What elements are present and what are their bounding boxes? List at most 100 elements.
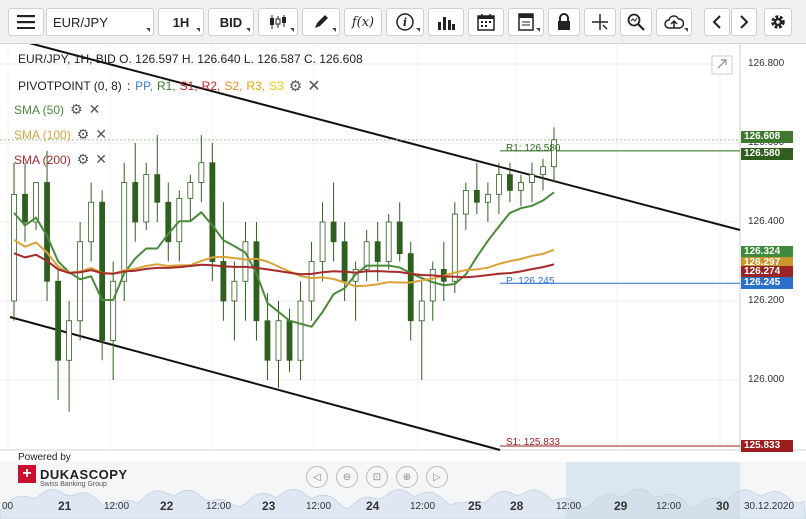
candle[interactable] (22, 162, 28, 242)
candle[interactable] (209, 143, 216, 282)
pan-left-button[interactable]: ◁ (306, 466, 328, 488)
candle[interactable] (132, 143, 139, 242)
indicators-button[interactable]: f(x) (344, 8, 382, 36)
candle[interactable] (451, 202, 458, 294)
candle[interactable] (462, 182, 469, 230)
candle[interactable] (330, 182, 337, 262)
candle[interactable] (396, 202, 403, 262)
symbol-label: EUR/JPY (53, 14, 108, 30)
candle[interactable] (143, 162, 150, 230)
time-axis-label: 12:00 (556, 501, 582, 512)
candle[interactable] (407, 241, 414, 341)
side-selector[interactable]: BID (208, 8, 254, 36)
candle[interactable] (253, 222, 260, 341)
candle[interactable] (242, 222, 249, 321)
price-chart[interactable] (0, 44, 806, 519)
price-tag: 126.245 (741, 277, 793, 290)
scroll-right-button[interactable] (731, 8, 757, 36)
close-icon[interactable]: ✕ (89, 101, 101, 118)
calendar-button[interactable] (468, 8, 504, 36)
candle[interactable] (99, 190, 106, 361)
candle[interactable] (308, 241, 315, 321)
candle[interactable] (473, 162, 480, 215)
pan-right-button[interactable]: ▷ (426, 466, 448, 488)
gear-icon[interactable]: ⚙ (70, 101, 83, 118)
volume-button[interactable] (428, 8, 464, 36)
candle[interactable] (110, 261, 117, 381)
chart-area[interactable]: EUR/JPY, 1H, BID O. 126.597 H. 126.640 L… (0, 44, 806, 519)
sma-200-legend[interactable]: SMA (200) ⚙ ✕ (14, 151, 107, 168)
template-button[interactable] (508, 8, 544, 36)
candle[interactable] (418, 281, 425, 380)
lower-trendline[interactable] (9, 316, 501, 451)
candle[interactable] (484, 182, 491, 223)
s1-level-label: S1: 125.833 (506, 437, 560, 448)
pivot-item-s1: S1, (179, 79, 198, 93)
expand-icon[interactable] (711, 55, 733, 75)
chart-type-button[interactable] (258, 8, 298, 36)
sma-200-line[interactable] (13, 252, 555, 279)
candle[interactable] (220, 202, 227, 321)
zoom-out-button[interactable]: ⊖ (336, 466, 358, 488)
scroll-left-button[interactable] (704, 8, 730, 36)
sma-50-legend[interactable]: SMA (50) ⚙ ✕ (14, 101, 100, 118)
gear-icon[interactable]: ⚙ (289, 77, 302, 95)
upper-trendline[interactable] (10, 44, 741, 231)
candle[interactable] (44, 150, 50, 301)
reset-view-button[interactable]: ⊡ (366, 466, 388, 488)
menu-button[interactable] (8, 8, 44, 36)
candle[interactable] (231, 261, 238, 341)
candle[interactable] (363, 229, 370, 282)
candle[interactable] (529, 162, 535, 203)
info-button[interactable]: i (386, 8, 424, 36)
candle[interactable] (385, 214, 392, 270)
sma-50-line[interactable] (13, 191, 555, 328)
timeframe-selector[interactable]: 1H (158, 8, 204, 36)
drawing-button[interactable] (302, 8, 340, 36)
candle[interactable] (518, 174, 524, 207)
lock-button[interactable] (548, 8, 580, 36)
time-axis-label: 12:00 (206, 501, 232, 512)
close-icon[interactable]: ✕ (307, 76, 320, 96)
settings-button[interactable] (764, 8, 792, 36)
close-icon[interactable]: ✕ (95, 151, 107, 168)
bar-chart-icon (437, 14, 455, 30)
zoom-in-button[interactable]: ⊕ (396, 466, 418, 488)
price-tag: 125.833 (741, 439, 793, 452)
pp-level-label: P: 126.245 (506, 276, 555, 287)
candle[interactable] (165, 182, 172, 262)
pivot-legend[interactable]: PIVOTPOINT (0, 8) : PP, R1, S1, R2, S2, R3, S3… (18, 76, 321, 96)
candle[interactable] (154, 135, 161, 222)
candle[interactable] (374, 222, 381, 282)
candle[interactable] (264, 293, 271, 380)
close-icon[interactable]: ✕ (95, 126, 107, 143)
price-axis-label: 126.400 (748, 216, 785, 227)
crosshair-icon (591, 13, 609, 31)
dropdown-corner-icon (290, 28, 294, 32)
candle[interactable] (440, 241, 447, 301)
candle[interactable] (429, 261, 436, 321)
upload-button[interactable] (656, 8, 692, 36)
candle[interactable] (297, 281, 304, 380)
candle[interactable] (88, 182, 95, 262)
candle[interactable] (495, 162, 502, 215)
crosshair-button[interactable] (584, 8, 616, 36)
candle[interactable] (176, 190, 183, 262)
candle[interactable] (66, 301, 73, 412)
gear-icon[interactable]: ⚙ (77, 151, 90, 168)
candle[interactable] (319, 202, 326, 282)
candle[interactable] (77, 222, 84, 341)
candle[interactable] (352, 261, 359, 321)
navigator-window[interactable] (566, 462, 740, 519)
candle[interactable] (198, 135, 205, 203)
zoom-button[interactable] (620, 8, 652, 36)
gear-icon[interactable]: ⚙ (77, 126, 90, 143)
candle[interactable] (121, 162, 128, 301)
cloud-upload-icon (664, 14, 684, 30)
candle[interactable] (187, 174, 194, 222)
candle[interactable] (540, 158, 546, 191)
candle[interactable] (33, 182, 39, 230)
candle[interactable] (551, 127, 557, 183)
symbol-selector[interactable]: EUR/JPY (46, 8, 154, 36)
sma-100-legend[interactable]: SMA (100) ⚙ ✕ (14, 126, 107, 143)
